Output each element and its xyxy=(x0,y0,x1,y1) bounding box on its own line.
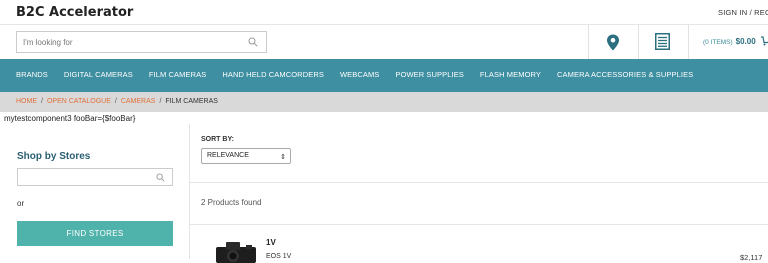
search-icon[interactable] xyxy=(156,173,165,182)
nav-item-brands[interactable]: BRANDS xyxy=(16,70,48,79)
nav-item-digital-cameras[interactable]: DIGITAL CAMERAS xyxy=(64,70,133,79)
product-image[interactable] xyxy=(212,241,262,263)
sort-selected-value: RELEVANCE xyxy=(207,152,249,159)
store-locator-icon[interactable] xyxy=(606,34,620,51)
sign-in-link[interactable]: SIGN IN / REGIST xyxy=(718,8,768,17)
select-arrows-icon: ⇕ xyxy=(280,154,286,161)
breadcrumb-home[interactable]: HOME xyxy=(16,98,37,105)
breadcrumb-separator: / xyxy=(114,98,117,105)
shop-by-stores-title: Shop by Stores xyxy=(17,151,91,162)
top-bar: B2C Accelerator SIGN IN / REGIST xyxy=(0,0,768,24)
nav-item-flash-memory[interactable]: FLASH MEMORY xyxy=(480,70,541,79)
breadcrumb-open-catalogue[interactable]: OPEN CATALOGUE xyxy=(47,98,111,105)
breadcrumb: HOME / OPEN CATALOGUE / CAMERAS / FILM CAMERAS xyxy=(16,98,218,105)
sort-select[interactable]: RELEVANCE ⇕ xyxy=(201,148,291,164)
products-found-count: 2 Products found xyxy=(201,198,262,207)
cart-items-count: (0 ITEMS) xyxy=(703,39,733,46)
divider xyxy=(588,25,589,60)
mini-cart[interactable]: (0 ITEMS) $0.00 xyxy=(703,37,756,46)
divider xyxy=(688,25,689,60)
find-stores-button[interactable]: FIND STORES xyxy=(17,221,173,246)
breadcrumb-separator: / xyxy=(41,98,43,105)
nav-item-camera-accessories[interactable]: CAMERA ACCESSORIES & SUPPLIES xyxy=(557,70,693,79)
breadcrumb-separator: / xyxy=(159,98,162,105)
breadcrumb-cameras[interactable]: CAMERAS xyxy=(121,98,156,105)
store-search-box xyxy=(17,168,173,188)
or-label: or xyxy=(17,199,25,208)
category-nav: BRANDS DIGITAL CAMERAS FILM CAMERAS HAND… xyxy=(0,59,768,92)
nav-item-hand-held-camcorders[interactable]: HAND HELD CAMCORDERS xyxy=(222,70,324,79)
breadcrumb-bar: HOME / OPEN CATALOGUE / CAMERAS / FILM CAMERAS xyxy=(0,92,768,112)
search-input[interactable] xyxy=(17,32,237,53)
breadcrumb-current: FILM CAMERAS xyxy=(165,98,218,105)
quick-order-list-icon[interactable] xyxy=(655,33,670,50)
nav-item-film-cameras[interactable]: FILM CAMERAS xyxy=(149,70,206,79)
site-logo[interactable]: B2C Accelerator xyxy=(16,5,133,20)
divider xyxy=(190,182,768,183)
search-icon[interactable] xyxy=(248,37,258,47)
nav-list: BRANDS DIGITAL CAMERAS FILM CAMERAS HAND… xyxy=(16,70,709,79)
divider xyxy=(190,224,768,225)
product-price: $2,117 xyxy=(740,253,763,262)
sort-by-label: SORT BY: xyxy=(201,136,234,143)
product-name[interactable]: 1V xyxy=(266,238,276,247)
search-box xyxy=(16,31,267,53)
divider xyxy=(638,25,639,60)
nav-item-power-supplies[interactable]: POWER SUPPLIES xyxy=(395,70,464,79)
cart-icon[interactable] xyxy=(761,36,768,46)
search-row: (0 ITEMS)$0.00 xyxy=(0,24,768,60)
component-debug-text: mytestcomponent3 fooBar={$fooBar} xyxy=(4,114,136,123)
store-search-input[interactable] xyxy=(18,171,148,188)
cart-total: $0.00 xyxy=(735,37,756,46)
nav-item-webcams[interactable]: WEBCAMS xyxy=(340,70,379,79)
sidebar-divider xyxy=(189,124,190,259)
